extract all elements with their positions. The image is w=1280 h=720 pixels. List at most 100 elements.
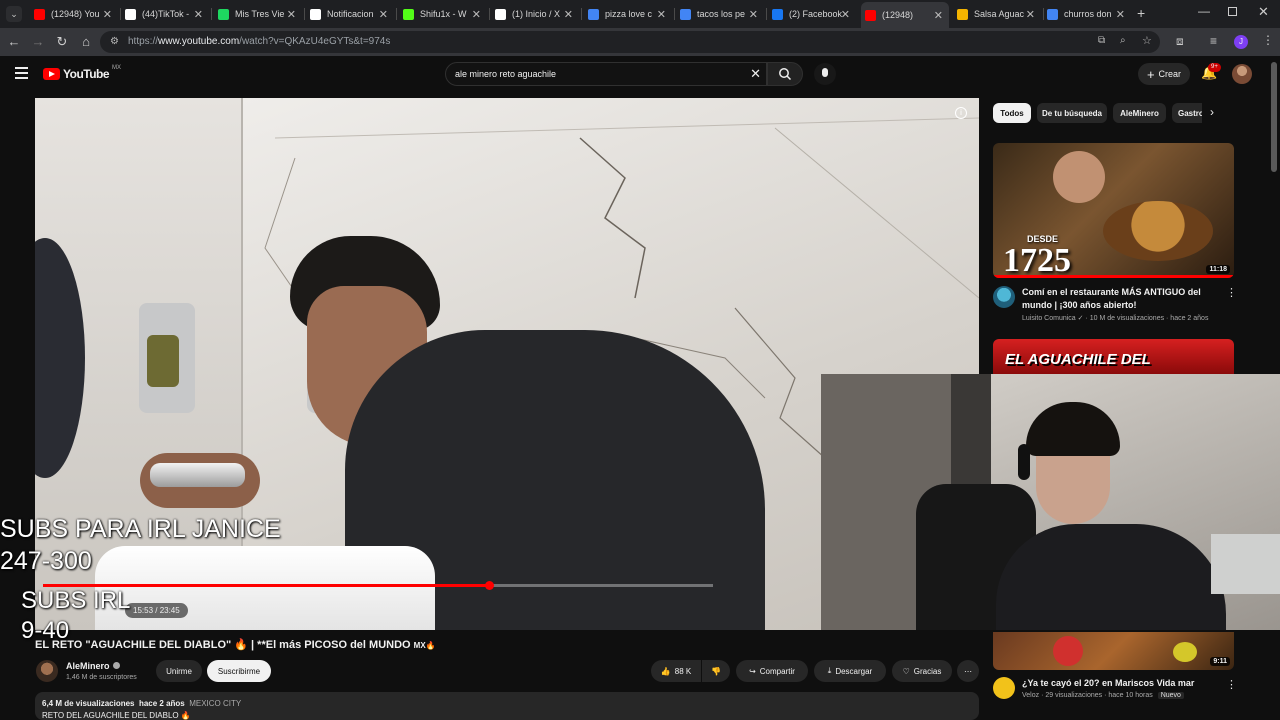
tab-favicon-icon [865, 9, 876, 21]
browser-tab[interactable]: (44)TikTok - ✕ [121, 4, 209, 24]
tab-close-icon[interactable]: ✕ [379, 8, 388, 21]
tab-separator [304, 8, 305, 20]
tab-close-icon[interactable]: ✕ [841, 8, 850, 21]
url-text: https://www.youtube.com/watch?v=QKAzU4eG… [128, 36, 391, 47]
bookmark-star-icon[interactable]: ☆ [1142, 34, 1152, 47]
time-display: 15:53 / 23:45 [125, 603, 188, 618]
tab-close-icon[interactable]: ✕ [1116, 8, 1125, 21]
chip-todos[interactable]: Todos [993, 103, 1031, 123]
rec-duration-3: 9:11 [1210, 657, 1230, 666]
profile-avatar[interactable]: J [1234, 35, 1248, 49]
rec-channel-avatar-1[interactable] [993, 286, 1015, 308]
dislike-button[interactable]: 👎 [702, 660, 730, 682]
share-label: Compartir [759, 666, 795, 676]
channel-avatar[interactable] [36, 660, 58, 682]
tab-close-icon[interactable]: ✕ [103, 8, 112, 21]
rec-thumbnail-1[interactable]: DESDE 1725 11:18 [993, 143, 1234, 278]
browser-tab[interactable]: Shifu1x - W ✕ [399, 4, 487, 24]
create-label: Crear [1158, 69, 1182, 79]
browser-tab[interactable]: churros don ✕ [1043, 4, 1131, 24]
rec-thumb-2-text: EL AGUACHILE DEL [1005, 351, 1151, 368]
rec-more-icon-3[interactable]: ⋮ [1226, 678, 1237, 691]
browser-menu-icon[interactable]: ⋮ [1262, 33, 1274, 47]
new-tab-icon[interactable]: + [1137, 5, 1145, 21]
address-bar[interactable]: ⚙ https://www.youtube.com/watch?v=QKAzU4… [100, 31, 1160, 53]
browser-tab[interactable]: (12948) You ✕ [30, 4, 118, 24]
extensions-icon[interactable]: ⧈ [1176, 34, 1184, 49]
rec-title-3[interactable]: ¿Ya te cayó el 20? en Mariscos Vida mar [1022, 678, 1222, 688]
chip-aleminero[interactable]: AleMinero [1113, 103, 1166, 123]
rec-thumbnail-3[interactable]: 9:11 [993, 632, 1234, 670]
search-input[interactable]: ale minero reto aguachile ✕ [445, 62, 767, 86]
channel-name[interactable]: AleMinero [66, 661, 110, 671]
close-window-icon[interactable]: ✕ [1258, 4, 1269, 20]
chips-next-icon[interactable]: › [1210, 105, 1214, 119]
back-icon[interactable]: ← [6, 34, 22, 50]
video-info-icon[interactable]: i [955, 107, 967, 119]
rec-title-1[interactable]: Comí en el restaurante MÁS ANTIGUO del m… [1022, 286, 1222, 312]
browser-tab[interactable]: Salsa Aguac ✕ [953, 4, 1041, 24]
browser-tab[interactable]: (1) Inicio / X ✕ [491, 4, 579, 24]
chip-gastro[interactable]: Gastro [1172, 103, 1202, 123]
tab-close-icon[interactable]: ✕ [287, 8, 296, 21]
restore-icon[interactable] [1228, 7, 1237, 16]
rec-channel-avatar-3[interactable] [993, 677, 1015, 699]
browser-tab[interactable]: (12948) ✕ [861, 2, 949, 28]
download-button[interactable]: ⤓ Descargar [814, 660, 886, 682]
clear-search-icon[interactable]: ✕ [750, 66, 761, 82]
more-actions-button[interactable]: ⋯ [957, 660, 979, 682]
progress-scrubber[interactable] [484, 581, 494, 590]
forward-icon[interactable]: → [30, 34, 46, 50]
progress-track[interactable] [43, 581, 713, 590]
tab-close-icon[interactable]: ✕ [194, 8, 203, 21]
tab-separator [581, 8, 582, 20]
voice-search-button[interactable] [814, 63, 836, 85]
tab-label: (12948) [882, 10, 914, 20]
browser-tab[interactable]: (2) Facebook ✕ [768, 4, 856, 24]
subscribe-button[interactable]: Suscribirme [207, 660, 271, 682]
like-button[interactable]: 👍 88 K [651, 660, 701, 682]
video-title: EL RETO "AGUACHILE DEL DIABLO" 🔥 | **El … [35, 639, 436, 651]
tab-close-icon[interactable]: ✕ [749, 8, 758, 21]
youtube-logo[interactable]: YouTube MX [43, 65, 121, 81]
share-button[interactable]: ↪ Compartir [736, 660, 808, 682]
install-icon[interactable]: ⧉ [1098, 35, 1105, 46]
rec-more-icon-1[interactable]: ⋮ [1226, 286, 1237, 299]
tab-label: Shifu1x - W [420, 9, 467, 19]
account-avatar[interactable] [1232, 64, 1252, 84]
rec-meta-1: Luisito Comunica ✓ · 10 M de visualizaci… [1022, 315, 1209, 322]
browser-tab[interactable]: Notificacion ✕ [306, 4, 394, 24]
tab-label: Mis Tres Vie [235, 9, 285, 19]
tab-favicon-icon [218, 8, 229, 20]
search-button[interactable] [767, 62, 803, 86]
search-query: ale minero reto aguachile [455, 69, 557, 79]
tab-close-icon[interactable]: ✕ [1026, 8, 1035, 21]
chip-de-tu-busqueda[interactable]: De tu búsqueda [1037, 103, 1107, 123]
minimize-icon[interactable]: — [1198, 4, 1210, 18]
reading-list-icon[interactable]: ≡ [1210, 34, 1217, 48]
tab-close-icon[interactable]: ✕ [564, 8, 573, 21]
zoom-icon[interactable]: ⌕ [1120, 35, 1126, 46]
browser-tab[interactable]: tacos los pe ✕ [676, 4, 764, 24]
page-scrollbar[interactable] [1271, 62, 1277, 172]
join-button[interactable]: Unirme [156, 660, 202, 682]
home-icon[interactable]: ⌂ [78, 34, 94, 50]
tab-separator [211, 8, 212, 20]
webcam-overlay [821, 374, 1280, 630]
tab-close-icon[interactable]: ✕ [472, 8, 481, 21]
tab-close-icon[interactable]: ✕ [657, 8, 666, 21]
browser-tab[interactable]: Mis Tres Vie ✕ [214, 4, 302, 24]
hamburger-menu-icon[interactable] [15, 67, 28, 79]
create-button[interactable]: + Crear [1138, 63, 1190, 85]
tab-close-icon[interactable]: ✕ [934, 9, 943, 22]
thanks-button[interactable]: ♡ Gracias [892, 660, 952, 682]
tab-search-icon[interactable]: ⌄ [6, 6, 22, 22]
site-info-icon[interactable]: ⚙ [110, 36, 119, 47]
browser-tab[interactable]: pizza love c ✕ [584, 4, 672, 24]
description-box[interactable]: 6,4 M de visualizaciones hace 2 años MEX… [35, 692, 979, 720]
rec-thumbnail-2[interactable]: EL AGUACHILE DEL [993, 339, 1234, 374]
tab-favicon-icon [680, 8, 691, 20]
tab-separator [396, 8, 397, 20]
reload-icon[interactable]: ↻ [54, 34, 70, 50]
tab-favicon-icon [403, 8, 414, 20]
